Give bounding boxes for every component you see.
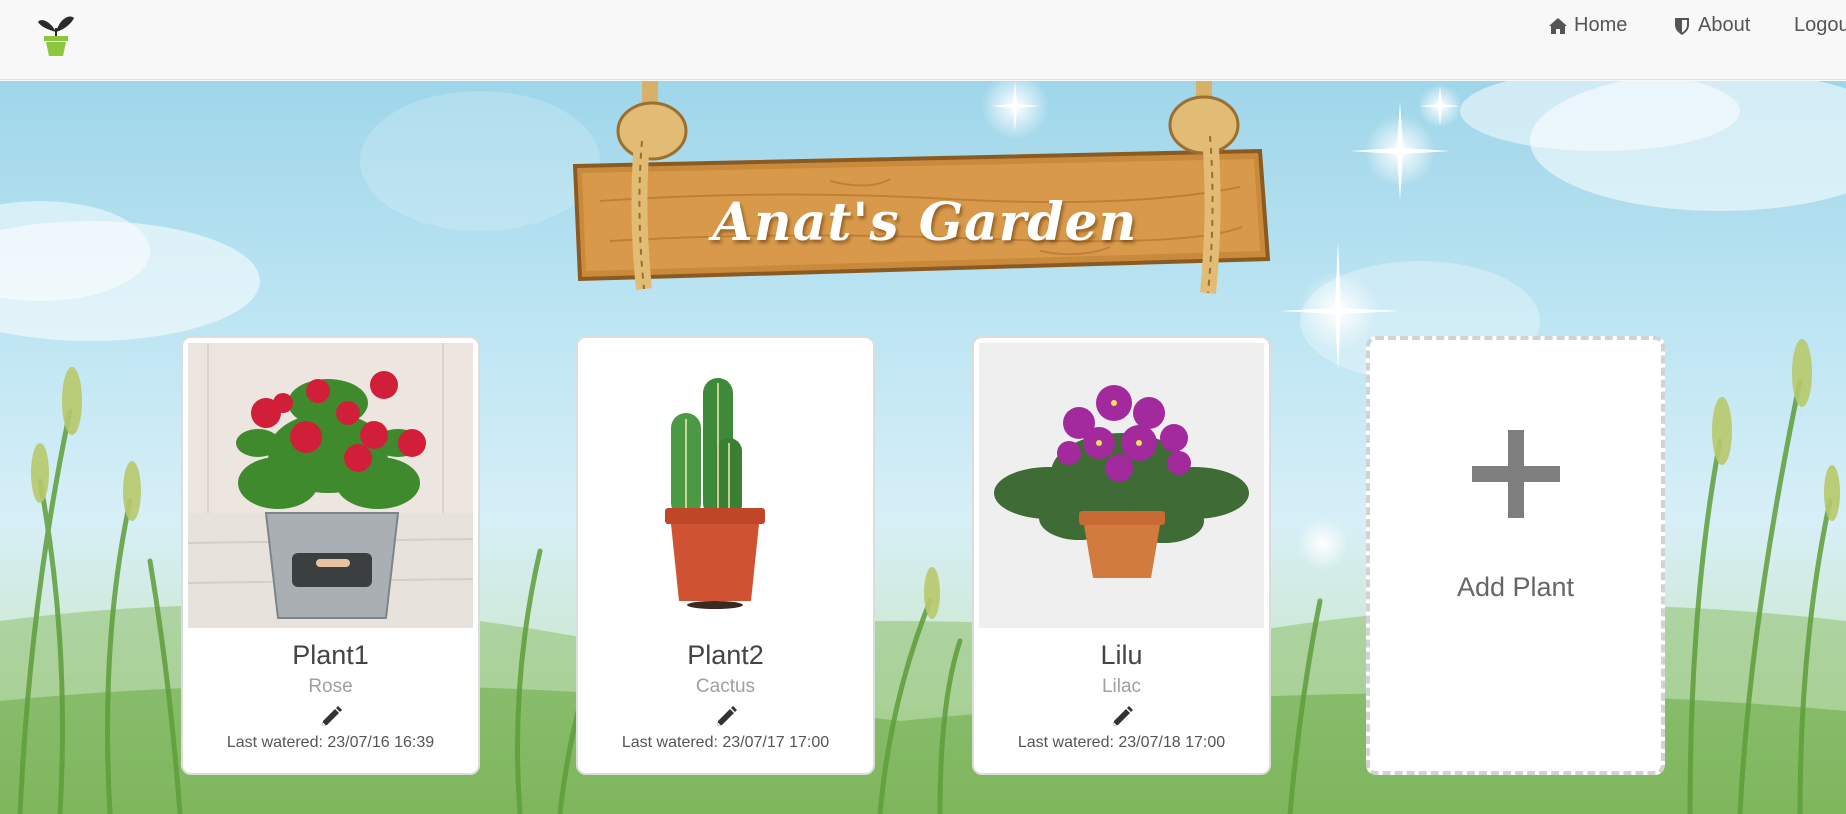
top-navbar: Home About Logou — [0, 0, 1846, 80]
plant-pot-icon[interactable] — [36, 10, 76, 56]
plant-type: Rose — [308, 676, 353, 697]
plant-photo-rose — [188, 343, 473, 628]
nav-logout-label: Logou — [1794, 14, 1846, 36]
plant-type: Lilac — [1101, 676, 1142, 697]
nav-logout-link[interactable]: Logou — [1794, 14, 1846, 37]
nav-home-link[interactable]: Home — [1548, 14, 1627, 37]
plant-card[interactable]: Plant1 Rose Last watered: 23/07/16 16:39 — [181, 336, 480, 775]
pencil-icon[interactable] — [713, 704, 739, 730]
last-watered: Last watered: 23/07/18 17:00 — [1017, 734, 1226, 751]
pencil-icon[interactable] — [1109, 704, 1135, 730]
nav-home-label: Home — [1574, 14, 1628, 36]
plant-card[interactable]: Lilu Lilac Last watered: 23/07/18 17:00 — [972, 336, 1271, 775]
plus-icon — [1472, 430, 1560, 518]
garden-title: Anat's Garden — [712, 192, 1138, 253]
plant-name: Lilu — [1100, 640, 1143, 670]
nav-about-link[interactable]: About — [1672, 14, 1750, 37]
plant-name: Plant1 — [292, 640, 369, 670]
garden-title-sign — [572, 81, 1270, 294]
plant-photo-cactus — [583, 343, 868, 628]
plant-photo-lilac — [979, 343, 1264, 628]
plant-card[interactable]: Plant2 Cactus Last watered: 23/07/17 17:… — [576, 336, 875, 775]
add-plant-button[interactable]: Add Plant — [1366, 336, 1665, 775]
home-icon — [1549, 17, 1567, 34]
last-watered: Last watered: 23/07/17 17:00 — [621, 734, 830, 751]
pencil-icon[interactable] — [318, 704, 344, 730]
plant-name: Plant2 — [687, 640, 764, 670]
add-plant-label: Add Plant — [1456, 572, 1575, 602]
shield-icon — [1675, 17, 1689, 35]
nav-about-label: About — [1698, 14, 1751, 36]
plant-type: Cactus — [695, 676, 756, 697]
last-watered: Last watered: 23/07/16 16:39 — [226, 734, 435, 751]
